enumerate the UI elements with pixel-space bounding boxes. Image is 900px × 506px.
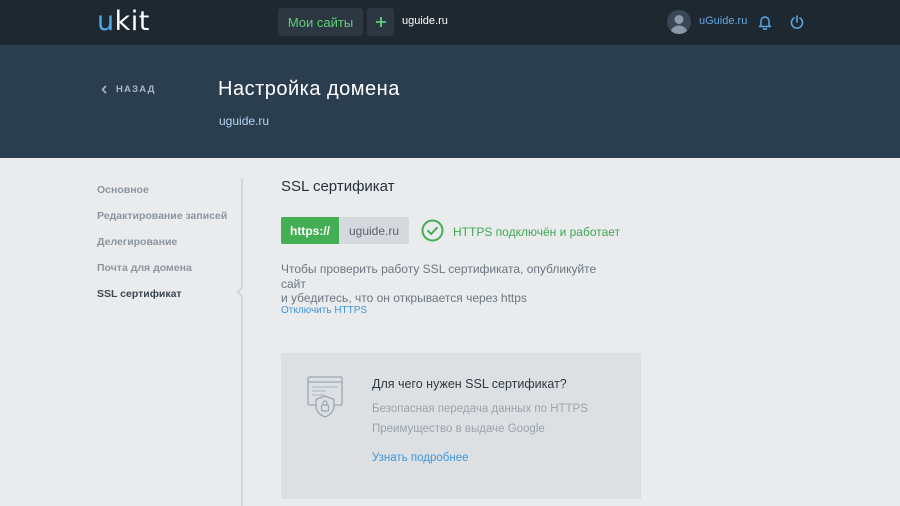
sidebar-divider: [241, 178, 243, 506]
chevron-left-icon: [101, 85, 107, 94]
my-sites-button[interactable]: Мои сайты: [278, 8, 363, 36]
back-link[interactable]: НАЗАД: [101, 84, 156, 95]
bell-icon[interactable]: [757, 14, 773, 30]
sidebar-item-basic[interactable]: Основное: [97, 184, 149, 196]
section-title: SSL сертификат: [281, 178, 395, 195]
ssl-description-line-2: и убедитесь, что он открывается через ht…: [281, 291, 527, 305]
https-prefix-badge: https://: [281, 217, 339, 244]
info-card-title: Для чего нужен SSL сертификат?: [372, 377, 567, 391]
sidebar-item-delegation[interactable]: Делегирование: [97, 236, 177, 248]
active-item-indicator: [236, 286, 248, 298]
sidebar-item-domain-mail[interactable]: Почта для домена: [97, 262, 192, 274]
info-card-benefit-1: Безопасная передача данных по HTTPS: [372, 403, 588, 415]
page-title: Настройка домена: [218, 78, 400, 100]
page-header: НАЗАД Настройка домена uguide.ru: [0, 45, 900, 158]
ssl-info-card: Для чего нужен SSL сертификат? Безопасна…: [281, 353, 641, 499]
my-sites-label: Мои сайты: [287, 14, 354, 30]
secure-browser-lock-icon: [307, 376, 343, 418]
top-navigation-bar: ukit Мои сайты uguide.ru uGuide.ru: [0, 0, 900, 45]
https-status-text: HTTPS подключён и работает: [453, 225, 621, 239]
sidebar-item-edit-records[interactable]: Редактирование записей: [97, 210, 227, 222]
learn-more-link[interactable]: Узнать подробнее: [372, 452, 468, 464]
info-card-benefit-2: Преимущество в выдаче Google: [372, 423, 545, 435]
ssl-description: Чтобы проверить работу SSL сертификата, …: [281, 262, 621, 306]
plus-icon: [375, 17, 386, 27]
user-name-link[interactable]: uGuide.ru: [699, 15, 747, 27]
sidebar-item-ssl[interactable]: SSL сертификат: [97, 288, 182, 300]
ssl-description-line-1: Чтобы проверить работу SSL сертификата, …: [281, 262, 597, 291]
back-label: НАЗАД: [116, 84, 156, 95]
power-icon[interactable]: [789, 14, 805, 30]
page-subtitle: uguide.ru: [219, 114, 270, 128]
avatar[interactable]: [667, 10, 691, 34]
ukit-logo[interactable]: ukit: [97, 6, 150, 37]
add-site-button[interactable]: [367, 8, 394, 36]
disable-https-link[interactable]: Отключить HTTPS: [281, 305, 367, 316]
check-circle-icon: [421, 219, 444, 242]
current-site-link[interactable]: uguide.ru: [402, 15, 448, 27]
avatar-icon: [670, 15, 688, 34]
domain-badge: uguide.ru: [339, 217, 409, 244]
